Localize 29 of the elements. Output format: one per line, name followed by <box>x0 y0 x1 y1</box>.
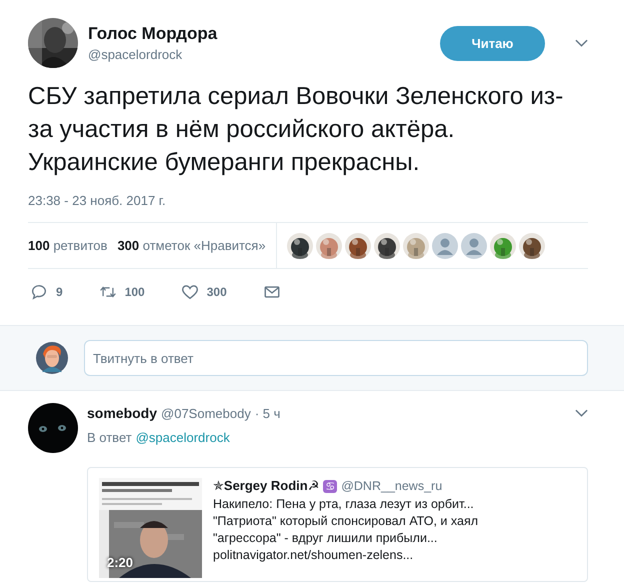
person-icon[interactable] <box>432 232 458 258</box>
reply-time[interactable]: · 5 ч <box>254 406 280 420</box>
person-icon[interactable] <box>460 232 487 258</box>
zodiac-icon: ♋ <box>323 480 338 492</box>
action-count: 100 <box>124 285 145 299</box>
card-author-name: ✯Sergey Rodin☭ <box>213 478 320 494</box>
in-reply-label: В ответ <box>87 430 132 445</box>
author-name[interactable]: Голос Мордора <box>88 24 430 44</box>
action-count: 300 <box>206 285 227 299</box>
chevron-icon[interactable] <box>575 39 588 47</box>
reply-field[interactable]: Твитнуть в ответ <box>84 340 588 376</box>
card-text-line: "Патриота" который спонсировал АТО, и хаял <box>213 514 478 528</box>
card-author-handle: @DNR__news_ru <box>341 479 442 493</box>
chevron-icon[interactable] <box>575 409 588 417</box>
author-handle[interactable]: @spacelordrock <box>88 47 430 62</box>
card-text-line: politnavigator.net/shoumen-zelens... <box>213 548 414 562</box>
card-text-line: Накипело: Пена у рта, глаза лезут из орбит... <box>213 497 475 511</box>
reply-icon <box>30 283 48 301</box>
reply-author-name[interactable]: somebody <box>87 405 158 421</box>
mention-link[interactable]: @spacelordrock <box>136 430 230 445</box>
stat-link[interactable]: 100 ретвитов <box>28 238 108 253</box>
follow-button[interactable]: Читаю <box>440 26 545 60</box>
heart-icon <box>180 283 199 301</box>
reply-author-handle[interactable]: @07Somebody <box>161 406 251 420</box>
action-count: 9 <box>56 285 63 299</box>
stat-link[interactable]: 300 отметок «Нравится» <box>117 238 266 253</box>
tweet-text: СБУ запретила сериал Вовочки Зеленского из-за участия в нём российского актёра. Украинские бумеранги прекрасны. <box>28 82 564 178</box>
timestamp[interactable]: 23:38 - 23 нояб. 2017 г. <box>28 193 588 223</box>
card-text-line: "агрессора" - вдруг лишили прибыли... <box>213 531 438 545</box>
